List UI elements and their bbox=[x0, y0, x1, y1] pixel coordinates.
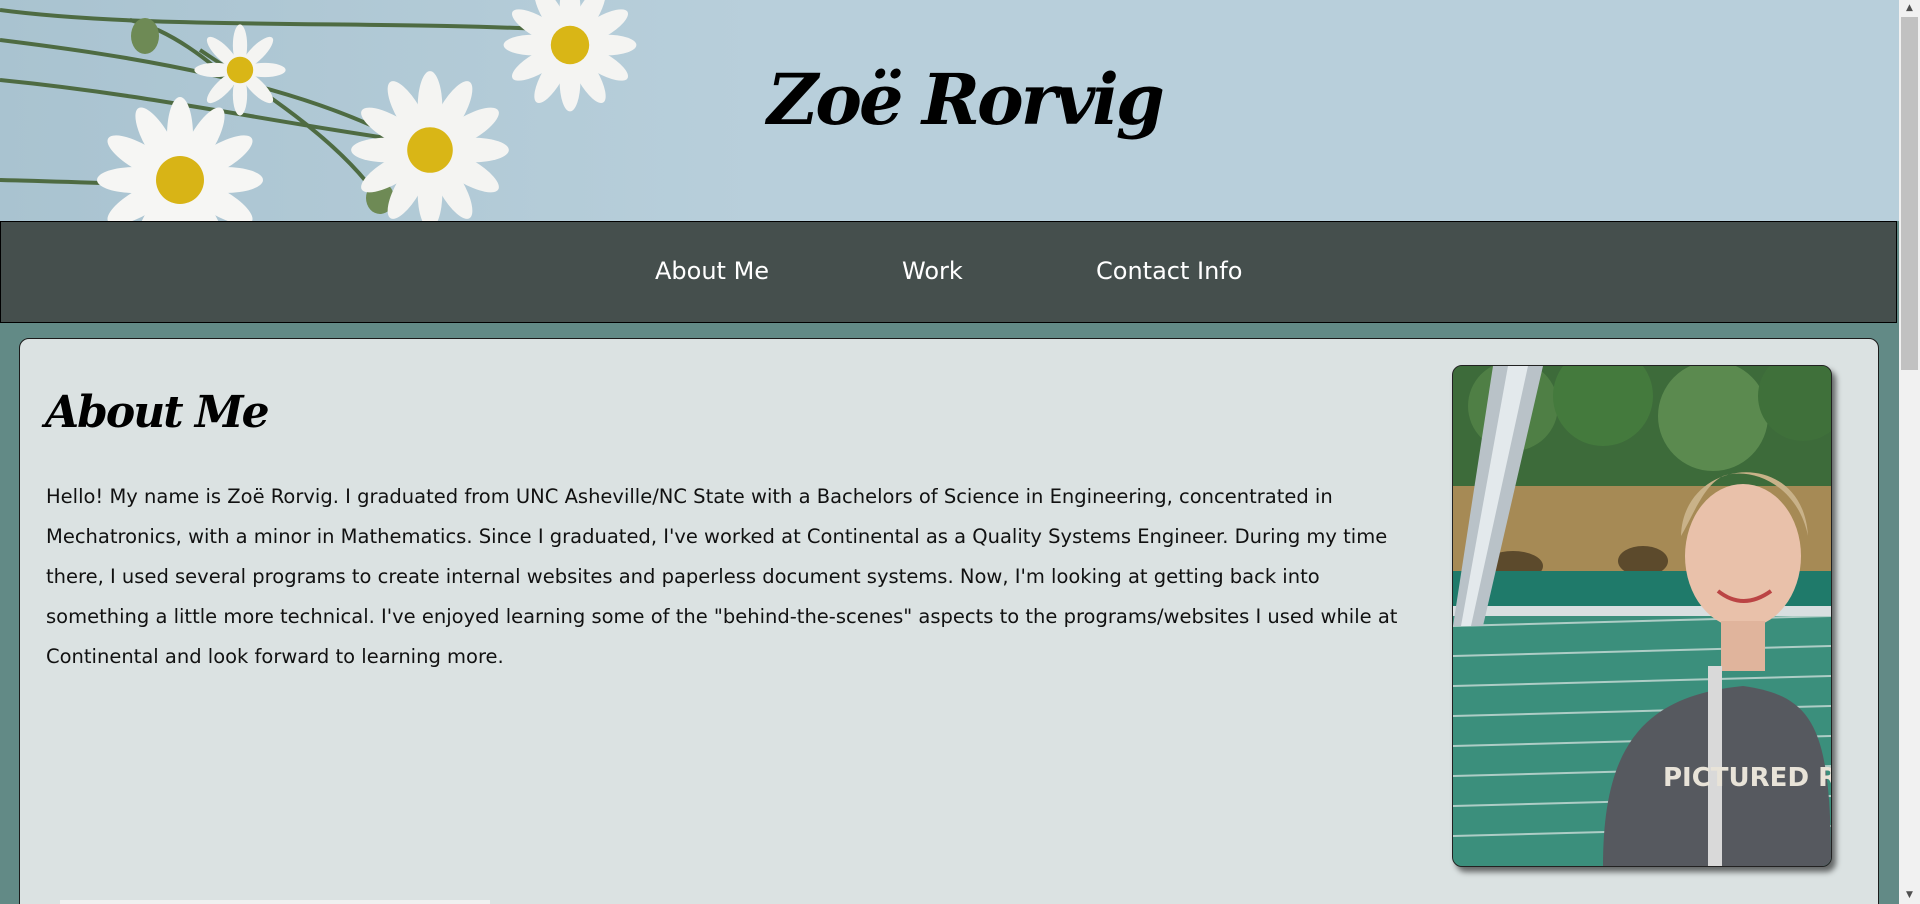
site-title: Zoë Rorvig bbox=[767, 58, 1165, 141]
profile-photo: PICTURED ROCKS bbox=[1452, 365, 1832, 867]
triangle-down-icon[interactable]: ▼ bbox=[1899, 887, 1920, 904]
triangle-up-icon[interactable]: ▲ bbox=[1899, 0, 1920, 17]
footer-edge bbox=[60, 900, 490, 904]
about-heading: About Me bbox=[45, 387, 270, 438]
photo-shirt-text: PICTURED ROCKS bbox=[1663, 763, 1831, 793]
main-nav: About Me Work Contact Info bbox=[0, 221, 1897, 323]
nav-contact-info[interactable]: Contact Info bbox=[1096, 257, 1242, 285]
header-banner: Zoë Rorvig bbox=[0, 0, 1899, 221]
nav-about-me[interactable]: About Me bbox=[655, 257, 769, 285]
vertical-scrollbar[interactable]: ▲ ▼ bbox=[1899, 0, 1920, 904]
about-card: About Me Hello! My name is Zoë Rorvig. I… bbox=[19, 338, 1879, 904]
page: Zoë Rorvig About Me Work Contact Info Ab… bbox=[0, 0, 1899, 904]
nav-work[interactable]: Work bbox=[902, 257, 963, 285]
scrollbar-thumb[interactable] bbox=[1901, 17, 1918, 370]
about-paragraph: Hello! My name is Zoë Rorvig. I graduate… bbox=[46, 485, 1398, 668]
